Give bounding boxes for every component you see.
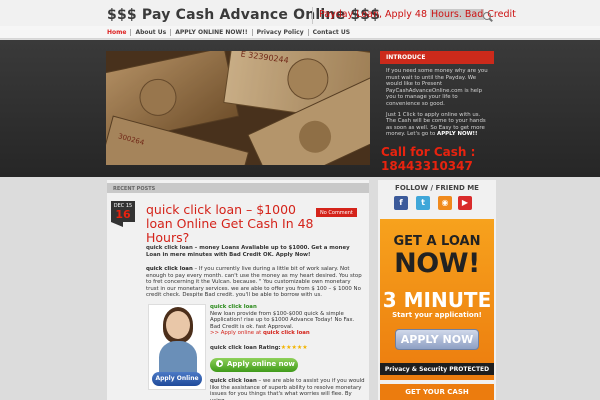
loan-rating: quick click loan Rating:★★★★★ xyxy=(210,344,308,351)
get-your-cash-label: GET YOUR CASH xyxy=(405,388,469,396)
post-body-continued: quick click loan – we are able to assist… xyxy=(210,378,366,400)
post-title-link[interactable]: quick click loan – $1000 loan Online Get… xyxy=(146,203,316,245)
ad-copy: quick click loan New loan provide from $… xyxy=(210,304,366,337)
call-phone-number[interactable]: 18443310347 xyxy=(381,159,473,173)
banner-line-get-a-loan: GET A LOAN xyxy=(393,234,481,249)
star-rating-icon: ★★★★★ xyxy=(280,344,308,351)
ad-title-link[interactable]: quick click loan xyxy=(210,304,366,311)
play-arrow-icon xyxy=(216,360,223,367)
post-body2-lead: quick click loan xyxy=(210,378,257,384)
nav-item-home[interactable]: Home xyxy=(107,29,130,36)
facebook-icon[interactable]: f xyxy=(394,196,408,210)
ad-apply-link-line: >> Apply online at quick click loan xyxy=(210,330,366,337)
introduce-heading: INTRODUCE xyxy=(380,51,494,64)
post-date-badge: DEC 15 16 xyxy=(111,201,135,222)
ad-text: New loan provide from $100-$000 quick & … xyxy=(210,310,355,330)
nav-item-about-us[interactable]: About Us xyxy=(131,29,170,36)
apply-online-ad-image[interactable]: Apply Online xyxy=(148,304,206,390)
post-body: quick click loan – If you currently live… xyxy=(146,266,364,299)
ad-apply-link[interactable]: >> Apply online at xyxy=(210,330,263,336)
ad-apply-link-bold[interactable]: quick click loan xyxy=(263,330,310,336)
apply-online-now-label: Apply online now xyxy=(227,360,295,368)
apply-online-pill-button[interactable]: Apply Online xyxy=(152,372,202,386)
main-nav: Home About Us APPLY ONLINE NOW!! Privacy… xyxy=(107,28,354,37)
post-intro: quick click loan – money Loans Avaliable… xyxy=(146,245,350,258)
ad-person-face xyxy=(166,311,190,339)
twitter-icon[interactable]: t xyxy=(416,196,430,210)
get-your-cash-banner[interactable]: GET YOUR CASH xyxy=(380,384,494,400)
rss-icon[interactable]: ◉ xyxy=(438,196,452,210)
tagline-highlight: Hours. Bad xyxy=(430,9,485,20)
introduce-paragraph-1: If you need some money why are you must … xyxy=(386,68,488,107)
header-divider xyxy=(312,7,313,24)
get-a-loan-banner[interactable]: GET A LOAN NOW! 3 MINUTE Start your appl… xyxy=(380,219,494,380)
rating-label: quick click loan Rating: xyxy=(210,345,281,351)
nav-item-contact-us[interactable]: Contact US xyxy=(309,29,354,36)
tagline-prefix: Payday Loan, Apply 48 xyxy=(319,9,431,20)
post-date-day: 16 xyxy=(115,208,131,221)
post-date-tail xyxy=(111,222,123,227)
introduce-paragraph-2: Just 1 Click to apply online with us. Th… xyxy=(380,108,494,138)
money-illustration: 50 E 32390244 50 300264 xyxy=(106,51,370,165)
apply-now-link[interactable]: APPLY NOW!! xyxy=(437,131,477,137)
post-body-lead: quick click loan xyxy=(146,266,193,272)
follow-heading: FOLLOW / FRIEND ME xyxy=(395,184,479,192)
hero-money-image: 50 E 32390244 50 300264 xyxy=(106,51,370,165)
banner-line-now: NOW! xyxy=(394,248,480,279)
banner-apply-now-button[interactable]: APPLY NOW xyxy=(395,329,479,350)
nav-item-privacy-policy[interactable]: Privacy Policy xyxy=(253,29,308,36)
banner-line-start: Start your application! xyxy=(392,311,482,319)
search-icon[interactable] xyxy=(483,12,493,22)
banner-privacy-strip: Privacy & Security PROTECTED xyxy=(380,363,494,375)
call-for-cash-label: Call for Cash : xyxy=(381,145,476,159)
apply-online-now-button[interactable]: Apply online now xyxy=(210,358,298,372)
banner-line-3-minute: 3 MINUTE xyxy=(382,288,492,312)
nav-item-apply-online[interactable]: APPLY ONLINE NOW!! xyxy=(171,29,251,36)
no-comment-badge[interactable]: No Comment xyxy=(316,208,357,217)
youtube-icon[interactable]: ▶ xyxy=(458,196,472,210)
recent-posts-heading: RECENT POSTS xyxy=(107,183,369,193)
